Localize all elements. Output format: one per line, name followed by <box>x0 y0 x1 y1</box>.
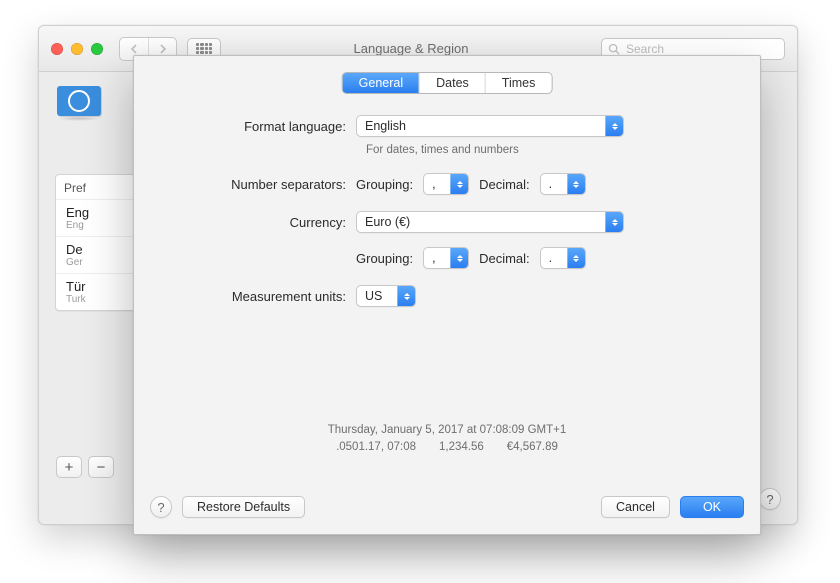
grid-icon <box>196 43 212 55</box>
currency-grouping-select[interactable]: , <box>423 247 469 269</box>
format-language-select[interactable]: English <box>356 115 624 137</box>
add-language-button[interactable]: + <box>56 456 82 478</box>
zoom-window-button[interactable] <box>91 43 103 55</box>
remove-language-button[interactable]: − <box>88 456 114 478</box>
number-decimal-value: . <box>549 177 552 191</box>
minus-icon: − <box>97 459 106 476</box>
preview-line-1: Thursday, January 5, 2017 at 07:08:09 GM… <box>134 422 760 439</box>
currency-decimal-label: Decimal: <box>479 251 530 266</box>
sheet-help-button[interactable]: ? <box>150 496 172 518</box>
currency-grouping-value: , <box>432 251 435 265</box>
cancel-button[interactable]: Cancel <box>601 496 670 518</box>
number-separators-label: Number separators: <box>190 177 356 192</box>
measurement-select[interactable]: US <box>356 285 416 307</box>
minimize-window-button[interactable] <box>71 43 83 55</box>
chevron-left-icon <box>130 44 138 54</box>
help-icon: ? <box>157 500 164 515</box>
format-language-hint: For dates, times and numbers <box>366 144 732 156</box>
format-preview: Thursday, January 5, 2017 at 07:08:09 GM… <box>134 422 760 457</box>
currency-label: Currency: <box>190 215 356 230</box>
number-grouping-label: Grouping: <box>356 177 413 192</box>
number-grouping-value: , <box>432 177 435 191</box>
currency-decimal-select[interactable]: . <box>540 247 586 269</box>
currency-grouping-label: Grouping: <box>356 251 413 266</box>
number-decimal-label: Decimal: <box>479 177 530 192</box>
region-flag-icon <box>57 86 101 116</box>
help-button[interactable]: ? <box>759 488 781 510</box>
stepper-icon <box>450 248 468 268</box>
window-title: Language & Region <box>231 41 591 56</box>
currency-decimal-value: . <box>549 251 552 265</box>
traffic-lights <box>51 43 103 55</box>
stepper-icon <box>605 116 623 136</box>
search-icon <box>607 42 621 56</box>
stepper-icon <box>567 174 585 194</box>
currency-value: Euro (€) <box>365 215 410 229</box>
stepper-icon <box>567 248 585 268</box>
stepper-icon <box>605 212 623 232</box>
plus-icon: + <box>65 459 74 476</box>
preview-line-2: .0501.17, 07:08 1,234.56 €4,567.89 <box>134 439 760 456</box>
currency-select[interactable]: Euro (€) <box>356 211 624 233</box>
help-icon: ? <box>766 492 773 507</box>
tab-general[interactable]: General <box>343 73 419 93</box>
number-decimal-select[interactable]: . <box>540 173 586 195</box>
measurement-value: US <box>365 289 382 303</box>
stepper-icon <box>397 286 415 306</box>
tab-dates[interactable]: Dates <box>419 73 485 93</box>
ok-button[interactable]: OK <box>680 496 744 518</box>
format-language-label: Format language: <box>190 119 356 134</box>
sheet-tabs: General Dates Times <box>342 72 553 94</box>
measurement-label: Measurement units: <box>190 289 356 304</box>
tab-times[interactable]: Times <box>485 73 552 93</box>
stepper-icon <box>450 174 468 194</box>
restore-defaults-button[interactable]: Restore Defaults <box>182 496 305 518</box>
advanced-sheet: General Dates Times Format language: Eng… <box>133 55 761 535</box>
close-window-button[interactable] <box>51 43 63 55</box>
number-grouping-select[interactable]: , <box>423 173 469 195</box>
chevron-right-icon <box>159 44 167 54</box>
format-language-value: English <box>365 119 406 133</box>
